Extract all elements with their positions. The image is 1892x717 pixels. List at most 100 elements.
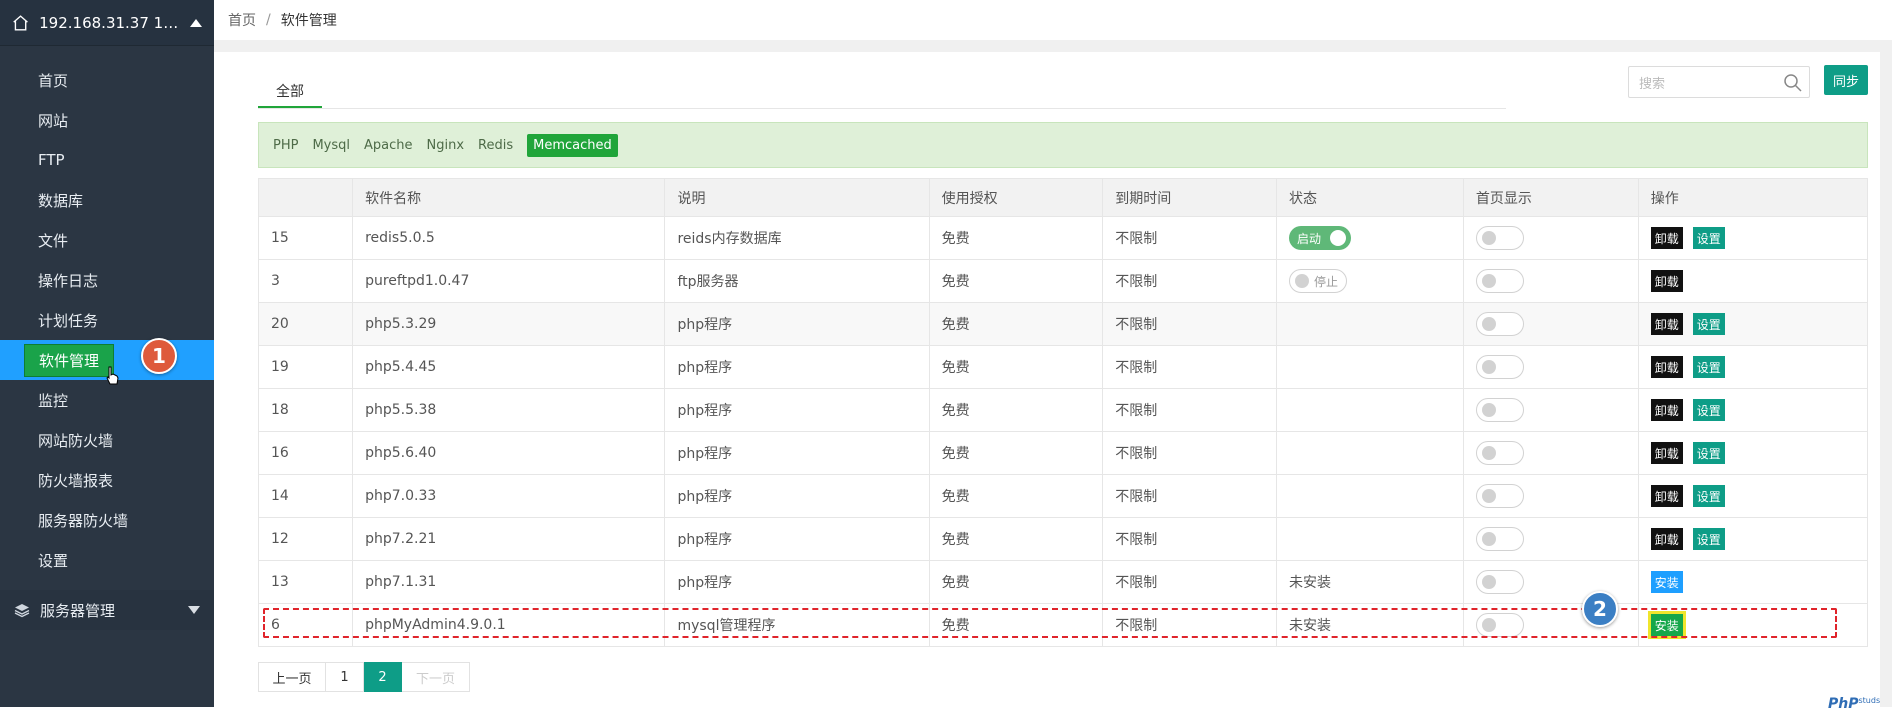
layers-icon bbox=[14, 604, 30, 618]
sidebar: 192.168.31.37 192.1... 首页 网站 FTP 数据库 文件 … bbox=[0, 0, 214, 707]
install-button[interactable]: 安装 bbox=[1650, 571, 1683, 593]
status-switch[interactable]: 停止 bbox=[1288, 269, 1347, 293]
filter-apache[interactable]: Apache bbox=[364, 138, 413, 153]
uninstall-button[interactable]: 卸载 bbox=[1650, 485, 1683, 507]
settings-button[interactable]: 设置 bbox=[1692, 227, 1725, 249]
cell-name: php7.0.33 bbox=[352, 474, 666, 518]
sidebar-item-software[interactable]: 软件管理 bbox=[0, 340, 214, 385]
homepage-toggle[interactable] bbox=[1475, 398, 1524, 422]
homepage-toggle[interactable] bbox=[1475, 312, 1524, 336]
uninstall-button[interactable]: 卸载 bbox=[1650, 270, 1683, 292]
filter-redis[interactable]: Redis bbox=[478, 138, 513, 153]
settings-button[interactable]: 设置 bbox=[1692, 442, 1725, 464]
cell-actions: 卸载 设置 bbox=[1637, 517, 1869, 561]
sidebar-item-waf[interactable]: 网站防火墙 bbox=[0, 420, 214, 460]
next-page-button[interactable]: 下一页 bbox=[402, 662, 470, 692]
step-badge-1: 1 bbox=[141, 338, 177, 374]
cell-id: 12 bbox=[257, 517, 354, 561]
cell-expire: 不限制 bbox=[1102, 302, 1277, 346]
content-gap bbox=[214, 40, 1892, 52]
settings-button[interactable]: 设置 bbox=[1692, 399, 1725, 421]
watermark-sub: studs bbox=[1858, 696, 1881, 705]
cell-desc: php程序 bbox=[664, 345, 930, 389]
sidebar-item-label: 监控 bbox=[38, 391, 69, 410]
sync-button[interactable]: 同步 bbox=[1824, 65, 1868, 95]
homepage-toggle[interactable] bbox=[1475, 570, 1524, 594]
uninstall-button[interactable]: 卸载 bbox=[1650, 313, 1683, 335]
header-status: 状态 bbox=[1275, 178, 1464, 217]
cell-status: 未安装 bbox=[1275, 560, 1464, 604]
settings-button[interactable]: 设置 bbox=[1692, 485, 1725, 507]
table-row: 13 php7.1.31 php程序 免费 不限制 未安装 安装 bbox=[257, 560, 1869, 604]
cell-status bbox=[1275, 431, 1464, 475]
search-placeholder: 搜索 bbox=[1639, 76, 1666, 92]
breadcrumb-separator: / bbox=[266, 12, 271, 28]
table-header-row: 软件名称 说明 使用授权 到期时间 状态 首页显示 操作 bbox=[257, 178, 1869, 217]
sidebar-item-firewall-report[interactable]: 防火墙报表 bbox=[0, 460, 214, 500]
table-row: 18 php5.5.38 php程序 免费 不限制 卸载 设置 bbox=[257, 388, 1869, 432]
homepage-toggle[interactable] bbox=[1475, 441, 1524, 465]
homepage-toggle[interactable] bbox=[1475, 355, 1524, 379]
uninstall-button[interactable]: 卸载 bbox=[1650, 227, 1683, 249]
cell-status bbox=[1275, 388, 1464, 432]
cell-name: php5.3.29 bbox=[352, 302, 666, 346]
sidebar-item-cron[interactable]: 计划任务 bbox=[0, 300, 214, 340]
settings-button[interactable]: 设置 bbox=[1692, 313, 1725, 335]
breadcrumb: 首页 / 软件管理 bbox=[214, 0, 1892, 40]
install-button-highlighted[interactable]: 安装 bbox=[1647, 611, 1686, 639]
header-desc: 说明 bbox=[664, 178, 930, 217]
filter-php[interactable]: PHP bbox=[273, 138, 298, 153]
cell-desc: php程序 bbox=[664, 431, 930, 475]
status-switch[interactable]: 启动 bbox=[1288, 226, 1351, 250]
breadcrumb-home[interactable]: 首页 bbox=[228, 10, 256, 30]
sidebar-item-server-firewall[interactable]: 服务器防火墙 bbox=[0, 500, 214, 540]
homepage-toggle[interactable] bbox=[1475, 527, 1524, 551]
search-icon[interactable] bbox=[1783, 73, 1803, 93]
cell-expire: 不限制 bbox=[1102, 431, 1277, 475]
sidebar-item-home[interactable]: 首页 bbox=[0, 60, 214, 100]
sidebar-group-server-management[interactable]: 服务器管理 bbox=[0, 590, 214, 630]
sidebar-item-settings[interactable]: 设置 bbox=[0, 540, 214, 580]
cell-status bbox=[1275, 302, 1464, 346]
tab-all[interactable]: 全部 bbox=[258, 76, 322, 108]
sidebar-item-website[interactable]: 网站 bbox=[0, 100, 214, 140]
filter-nginx[interactable]: Nginx bbox=[427, 138, 465, 153]
search-input[interactable]: 搜索 bbox=[1628, 66, 1810, 98]
sidebar-item-label: FTP bbox=[38, 151, 65, 169]
cell-homepage bbox=[1462, 388, 1639, 432]
sidebar-item-ftp[interactable]: FTP bbox=[0, 140, 214, 180]
cell-actions: 安装 bbox=[1637, 603, 1869, 647]
sidebar-item-database[interactable]: 数据库 bbox=[0, 180, 214, 220]
uninstall-button[interactable]: 卸载 bbox=[1650, 399, 1683, 421]
caret-up-icon bbox=[190, 18, 202, 27]
filter-mysql[interactable]: Mysql bbox=[312, 138, 350, 153]
software-table: 软件名称 说明 使用授权 到期时间 状态 首页显示 操作 15 redis5.0… bbox=[257, 178, 1869, 647]
toggle-knob bbox=[1481, 360, 1496, 374]
server-selector[interactable]: 192.168.31.37 192.1... bbox=[0, 0, 214, 46]
main-panel: 全部 搜索 同步 PHP Mysql Apache Nginx Redis Me… bbox=[228, 52, 1880, 707]
uninstall-button[interactable]: 卸载 bbox=[1650, 442, 1683, 464]
homepage-toggle[interactable] bbox=[1475, 226, 1524, 250]
page-1-button[interactable]: 1 bbox=[326, 662, 364, 692]
prev-page-button[interactable]: 上一页 bbox=[258, 662, 326, 692]
toggle-knob bbox=[1481, 489, 1496, 503]
cell-actions: 卸载 bbox=[1637, 259, 1869, 303]
sidebar-item-label: 软件管理 bbox=[24, 343, 115, 377]
filter-memcached[interactable]: Memcached bbox=[527, 133, 618, 157]
sidebar-item-monitor[interactable]: 监控 bbox=[0, 380, 214, 420]
cell-desc: ftp服务器 bbox=[664, 259, 930, 303]
uninstall-button[interactable]: 卸载 bbox=[1650, 528, 1683, 550]
homepage-toggle[interactable] bbox=[1475, 484, 1524, 508]
cell-name: redis5.0.5 bbox=[352, 216, 666, 260]
settings-button[interactable]: 设置 bbox=[1692, 528, 1725, 550]
page-2-button[interactable]: 2 bbox=[364, 662, 402, 692]
sidebar-item-operation-log[interactable]: 操作日志 bbox=[0, 260, 214, 300]
homepage-toggle[interactable] bbox=[1475, 613, 1524, 637]
cell-homepage bbox=[1462, 259, 1639, 303]
server-label: 192.168.31.37 192.1... bbox=[39, 13, 182, 32]
homepage-toggle[interactable] bbox=[1475, 269, 1524, 293]
cell-id: 15 bbox=[257, 216, 354, 260]
sidebar-item-files[interactable]: 文件 bbox=[0, 220, 214, 260]
uninstall-button[interactable]: 卸载 bbox=[1650, 356, 1683, 378]
settings-button[interactable]: 设置 bbox=[1692, 356, 1725, 378]
